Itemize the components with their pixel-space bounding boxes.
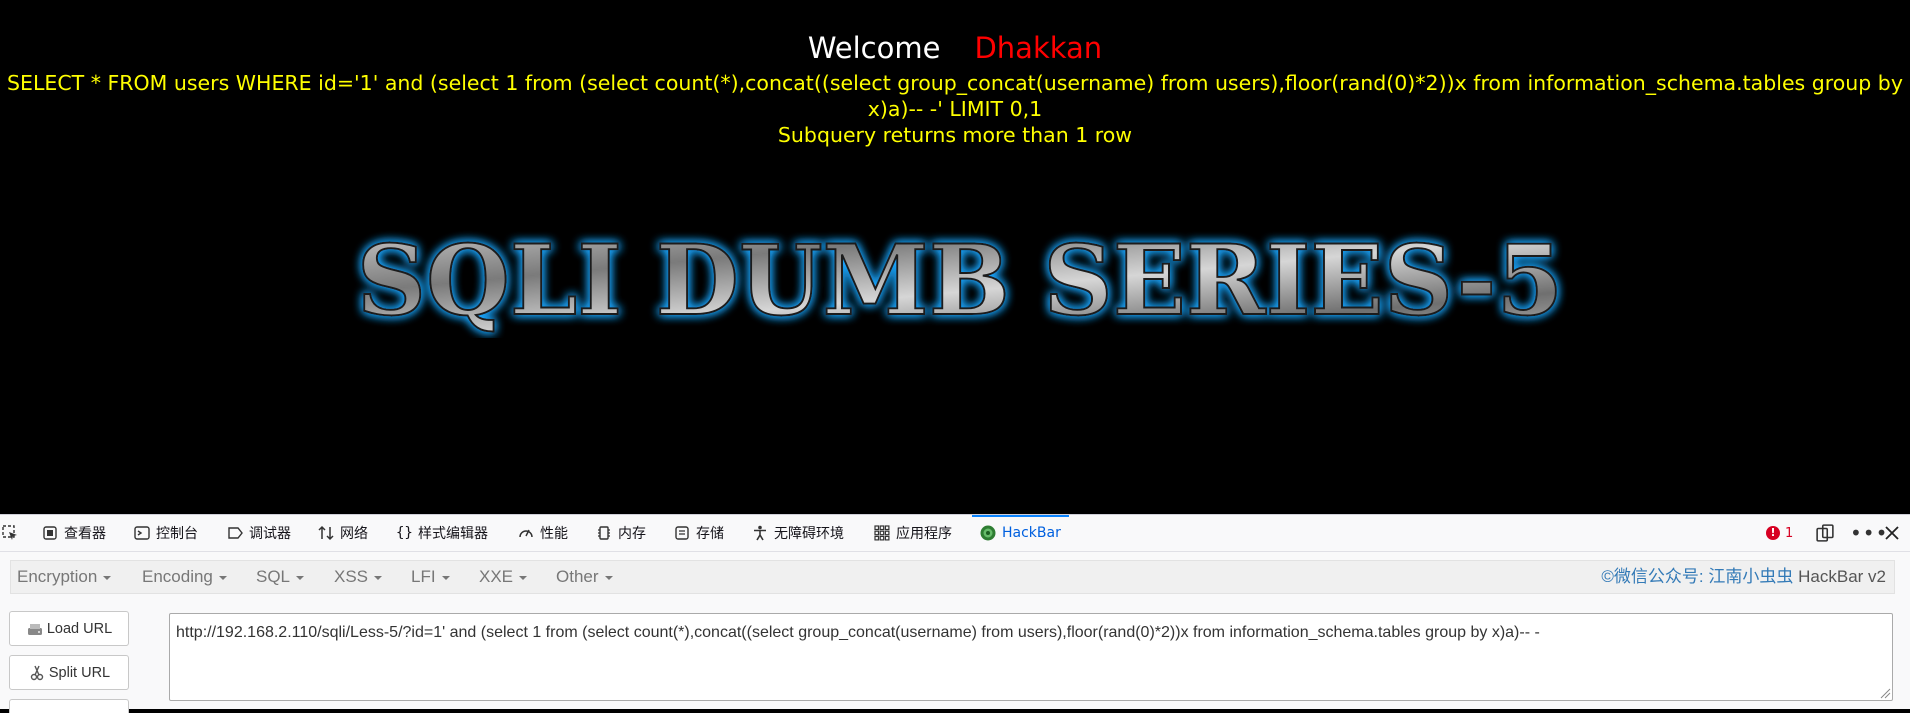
tab-inspector[interactable]: 查看器 <box>42 515 106 551</box>
credit-version: HackBar v2 <box>1798 567 1886 586</box>
sql-query-text: SELECT * FROM users WHERE id='1' and (se… <box>7 71 1903 121</box>
tab-label: 控制台 <box>156 526 198 542</box>
error-counter[interactable]: ! 1 <box>1766 515 1793 551</box>
hackbar-menubar: Encryption Encoding SQL XSS LFI XXE Othe… <box>10 560 1895 594</box>
menu-other[interactable]: Other <box>556 561 613 593</box>
menu-label: Encoding <box>142 567 213 586</box>
menu-sql[interactable]: SQL <box>256 561 305 593</box>
sql-error-text: Subquery returns more than 1 row <box>777 123 1133 147</box>
caret-down-icon <box>103 575 112 580</box>
tab-label: 网络 <box>340 526 368 542</box>
scissors-icon <box>30 665 44 680</box>
accessibility-icon <box>754 525 766 541</box>
error-count: 1 <box>1785 525 1794 541</box>
load-url-button[interactable]: Load URL <box>9 611 129 646</box>
devtools-panel: 查看器 控制台 调试器 网络 {} 样式编辑器 性能 内存 存储 无障碍环境 应… <box>0 514 1910 713</box>
menu-label: LFI <box>411 567 436 586</box>
network-icon <box>318 525 334 541</box>
responsive-design-icon <box>1816 524 1834 542</box>
sqli-banner-image: SQLI DUMB SERIES-5 <box>356 223 1564 338</box>
dock-toggle-button[interactable] <box>1816 515 1834 551</box>
menu-xss[interactable]: XSS <box>334 561 383 593</box>
tab-label: 样式编辑器 <box>418 526 488 542</box>
picker-icon <box>2 525 17 540</box>
resize-grip-icon[interactable] <box>1880 688 1891 699</box>
welcome-text: Welcome <box>807 31 941 65</box>
tab-debugger[interactable]: 调试器 <box>227 515 291 551</box>
tab-label: 内存 <box>618 526 646 542</box>
close-icon <box>1885 526 1899 540</box>
caret-down-icon <box>519 575 528 580</box>
menu-label: Encryption <box>17 567 98 586</box>
caret-down-icon <box>296 575 305 580</box>
load-url-icon <box>27 623 42 635</box>
tab-storage[interactable]: 存储 <box>674 515 724 551</box>
caret-down-icon <box>604 575 613 580</box>
menu-label: SQL <box>256 567 291 586</box>
devtools-tabbar: 查看器 控制台 调试器 网络 {} 样式编辑器 性能 内存 存储 无障碍环境 应… <box>0 515 1910 552</box>
load-url-label: Load URL <box>46 620 113 637</box>
console-icon <box>134 526 150 540</box>
tab-label: 性能 <box>540 526 568 542</box>
debugger-icon <box>228 527 243 539</box>
menu-label: XSS <box>334 567 369 586</box>
tab-accessibility[interactable]: 无障碍环境 <box>752 515 844 551</box>
storage-icon <box>675 526 689 540</box>
tab-network[interactable]: 网络 <box>318 515 368 551</box>
more-icon: ••• <box>1850 521 1889 545</box>
web-page: Welcome Dhakkan SELECT * FROM users WHERE… <box>0 0 1910 514</box>
tab-console[interactable]: 控制台 <box>134 515 198 551</box>
tab-label: 查看器 <box>64 526 106 542</box>
menu-label: Other <box>556 567 599 586</box>
menu-encoding[interactable]: Encoding <box>142 561 227 593</box>
inspector-icon <box>43 526 57 540</box>
split-url-button[interactable]: Split URL <box>9 655 129 690</box>
tab-hackbar[interactable]: HackBar <box>972 515 1069 551</box>
menu-encryption[interactable]: Encryption <box>17 561 112 593</box>
menu-label: XXE <box>479 567 514 586</box>
credit-link[interactable]: ©微信公众号: 江南小虫虫 <box>1601 567 1793 586</box>
url-textarea[interactable]: http://192.168.2.110/sqli/Less-5/?id=1' … <box>169 613 1893 701</box>
tab-label: 存储 <box>696 526 724 542</box>
caret-down-icon <box>218 575 227 580</box>
error-icon: ! <box>1766 526 1780 540</box>
tab-performance[interactable]: 性能 <box>518 515 568 551</box>
banner-text: SQLI DUMB SERIES-5 <box>357 224 1563 337</box>
tab-label: HackBar <box>1002 525 1061 541</box>
tab-style-editor[interactable]: {} 样式编辑器 <box>396 515 488 551</box>
hackbar-credit: ©微信公众号: 江南小虫虫 HackBar v2 <box>1601 561 1886 593</box>
element-picker-button[interactable] <box>2 515 24 551</box>
tab-label: 调试器 <box>249 526 291 542</box>
split-url-label: Split URL <box>48 664 111 681</box>
tab-memory[interactable]: 内存 <box>596 515 646 551</box>
more-options-button[interactable]: ••• <box>1850 515 1888 551</box>
tab-label: 无障碍环境 <box>774 526 844 542</box>
tab-label: 应用程序 <box>896 526 952 542</box>
execute-button[interactable] <box>9 699 129 713</box>
caret-down-icon <box>374 575 383 580</box>
close-devtools-button[interactable] <box>1884 515 1900 551</box>
menu-xxe[interactable]: XXE <box>479 561 528 593</box>
caret-down-icon <box>441 575 450 580</box>
memory-icon <box>598 526 610 540</box>
application-icon <box>874 525 890 541</box>
tab-application[interactable]: 应用程序 <box>874 515 952 551</box>
username-text: Dhakkan <box>974 31 1103 65</box>
welcome-line: Welcome Dhakkan <box>0 30 1910 66</box>
hackbar-icon <box>980 525 996 541</box>
style-editor-icon: {} <box>396 525 413 541</box>
performance-icon <box>519 529 533 538</box>
menu-lfi[interactable]: LFI <box>411 561 450 593</box>
